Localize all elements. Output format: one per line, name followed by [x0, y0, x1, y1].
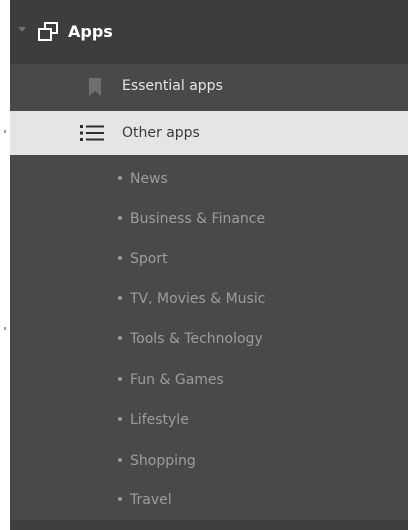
bookmark-icon [89, 78, 101, 96]
subitem-label: Tools & Technology [130, 331, 263, 347]
subitem-shopping[interactable]: Shopping [118, 451, 196, 471]
bullet-icon [118, 417, 122, 421]
edge-marker [4, 327, 6, 330]
subitem-label: Travel [130, 492, 172, 508]
caret-down-icon[interactable] [18, 27, 26, 32]
list-icon [80, 125, 104, 141]
subitem-label: Business & Finance [130, 211, 266, 227]
section-header-apps[interactable]: Apps [10, 0, 408, 64]
subitem-lifestyle[interactable]: Lifestyle [118, 410, 189, 430]
subitem-label: Shopping [130, 453, 196, 469]
window-stack-icon [38, 22, 58, 41]
bullet-icon [118, 336, 122, 340]
sidebar-item-label: Essential apps [122, 78, 223, 94]
sidebar-item-other-apps[interactable]: Other apps [10, 111, 408, 155]
bullet-icon [118, 296, 122, 300]
edge-marker [4, 130, 6, 133]
section-title: Apps [68, 22, 113, 41]
left-edge-strip [0, 0, 10, 530]
subitem-label: News [130, 171, 168, 187]
bullet-icon [118, 458, 122, 462]
sidebar-item-label: Other apps [122, 125, 200, 141]
panel-footer [10, 520, 408, 530]
subitem-fun-games[interactable]: Fun & Games [118, 370, 224, 390]
bullet-icon [118, 377, 122, 381]
bullet-icon [118, 176, 122, 180]
sidebar-item-essential-apps[interactable]: Essential apps [10, 64, 408, 110]
sidebar-panel: Apps Essential apps Other apps News Busi… [10, 0, 408, 530]
bullet-icon [118, 497, 122, 501]
subitem-label: Fun & Games [130, 372, 224, 388]
subitem-label: Lifestyle [130, 412, 189, 428]
subitem-tools-technology[interactable]: Tools & Technology [118, 329, 263, 349]
subitem-news[interactable]: News [118, 169, 168, 189]
bullet-icon [118, 256, 122, 260]
subitem-business-finance[interactable]: Business & Finance [118, 209, 265, 229]
subitem-label: Sport [130, 251, 168, 267]
subitem-travel[interactable]: Travel [118, 490, 172, 510]
subitem-sport[interactable]: Sport [118, 249, 168, 269]
bullet-icon [118, 216, 122, 220]
subitem-tv-movies-music[interactable]: TV, Movies & Music [118, 289, 265, 309]
subitem-label: TV, Movies & Music [130, 291, 266, 307]
